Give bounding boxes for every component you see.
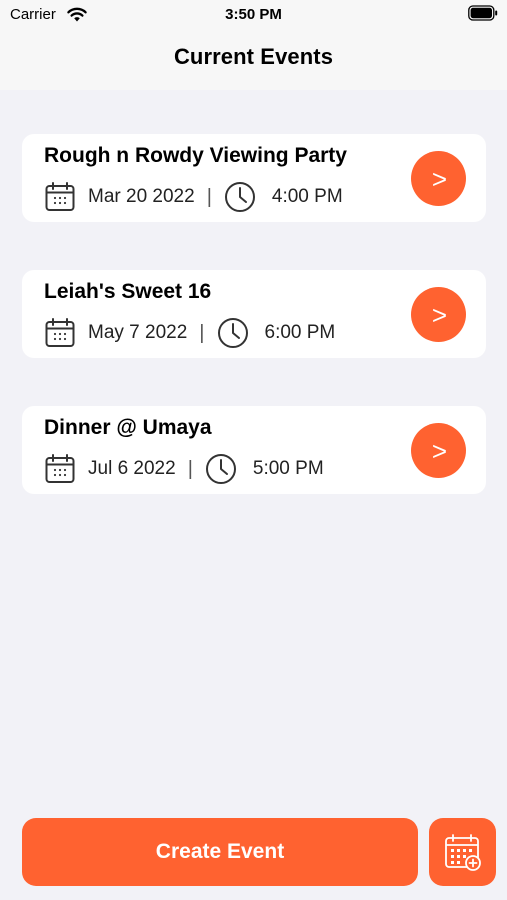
event-time: 6:00 PM xyxy=(264,322,336,343)
page-title: Current Events xyxy=(173,44,334,69)
event-time: 5:00 PM xyxy=(252,458,324,479)
battery-icon xyxy=(468,5,498,21)
calendar-icon xyxy=(45,454,75,483)
event-date: Jul 6 2022 xyxy=(88,458,176,479)
event-card[interactable]: Dinner @ Umaya Jul 6 2022 | 5:00 PM > xyxy=(22,406,486,494)
clock-icon xyxy=(224,182,255,212)
event-time: 4:00 PM xyxy=(271,186,343,207)
event-title: Rough n Rowdy Viewing Party xyxy=(44,144,347,167)
chevron-right-icon: > xyxy=(431,435,448,466)
meta-separator: | xyxy=(187,457,193,480)
event-date: Mar 20 2022 xyxy=(88,186,195,207)
clock-time: 3:50 PM xyxy=(225,6,282,23)
open-event-button[interactable]: > xyxy=(411,151,466,206)
calendar-button[interactable] xyxy=(429,818,496,886)
calendar-add-icon xyxy=(444,834,481,871)
event-card[interactable]: Leiah's Sweet 16 May 7 2022 | 6:00 PM > xyxy=(22,270,486,358)
event-meta: May 7 2022 | 6:00 PM xyxy=(44,316,335,350)
meta-separator: | xyxy=(206,185,212,208)
status-bar: Carrier 3:50 PM xyxy=(0,0,507,32)
calendar-icon xyxy=(45,318,75,347)
clock-icon xyxy=(205,454,236,484)
open-event-button[interactable]: > xyxy=(411,423,466,478)
chevron-right-icon: > xyxy=(431,299,448,330)
clock-icon xyxy=(217,318,248,348)
event-meta: Mar 20 2022 | 4:00 PM xyxy=(44,180,343,214)
event-card[interactable]: Rough n Rowdy Viewing Party Mar 20 2022 … xyxy=(22,134,486,222)
chevron-right-icon: > xyxy=(431,163,448,194)
event-title: Leiah's Sweet 16 xyxy=(44,280,212,303)
navigation-bar: Current Events xyxy=(0,32,507,90)
create-event-button[interactable]: Create Event xyxy=(22,818,418,886)
event-date: May 7 2022 xyxy=(88,322,188,343)
calendar-icon xyxy=(45,182,75,211)
open-event-button[interactable]: > xyxy=(411,287,466,342)
event-list: Rough n Rowdy Viewing Party Mar 20 2022 … xyxy=(22,134,486,542)
event-meta: Jul 6 2022 | 5:00 PM xyxy=(44,452,324,486)
event-title: Dinner @ Umaya xyxy=(44,416,212,439)
meta-separator: | xyxy=(199,321,205,344)
